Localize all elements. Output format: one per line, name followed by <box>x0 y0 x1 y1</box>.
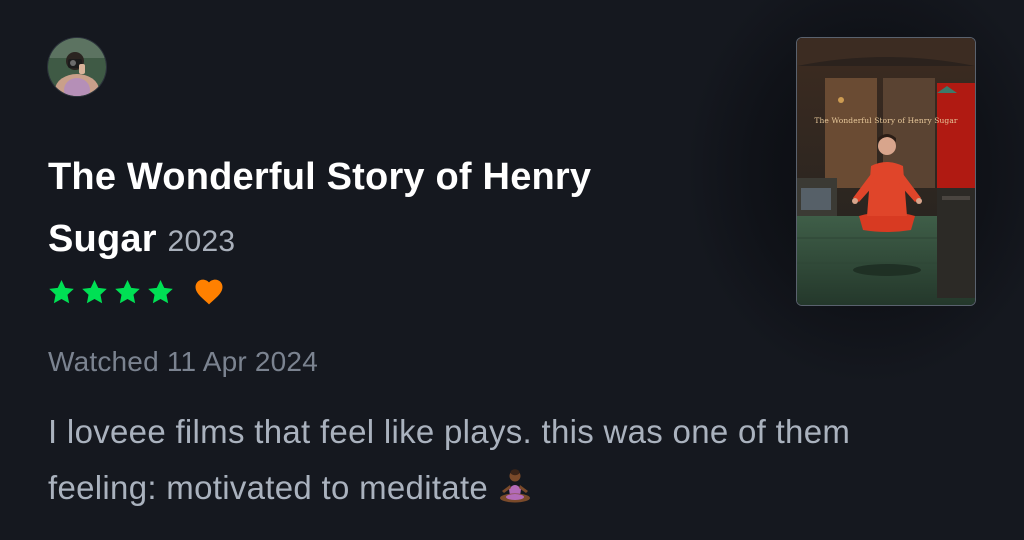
star-icon <box>48 279 75 305</box>
watched-date: Watched 11 Apr 2024 <box>48 346 318 377</box>
review-line-2: feeling: motivated to meditate <box>48 460 1008 522</box>
rating-row <box>48 278 224 305</box>
star-icon <box>114 279 141 305</box>
liked-heart-icon <box>194 278 224 305</box>
user-avatar[interactable] <box>48 38 106 96</box>
poster-title: The Wonderful Story of Henry Sugar <box>814 116 958 125</box>
review-line-2-text: feeling: motivated to meditate <box>48 469 489 506</box>
woman-in-lotus-position-icon <box>496 466 534 522</box>
review-line-1: I loveee films that feel like plays. thi… <box>48 413 851 450</box>
film-poster[interactable]: The Wonderful Story of Henry Sugar <box>797 38 975 305</box>
star-icon <box>147 279 174 305</box>
poster-artwork <box>797 38 975 305</box>
user-avatar-icon <box>48 38 106 96</box>
film-year[interactable]: 2023 <box>167 225 235 258</box>
star-icon <box>81 279 108 305</box>
film-title[interactable]: The Wonderful Story of Henry Sugar <box>48 156 591 260</box>
review-text: I loveee films that feel like plays. thi… <box>48 404 1008 522</box>
film-title-heading: The Wonderful Story of Henry Sugar 2023 <box>48 146 708 273</box>
